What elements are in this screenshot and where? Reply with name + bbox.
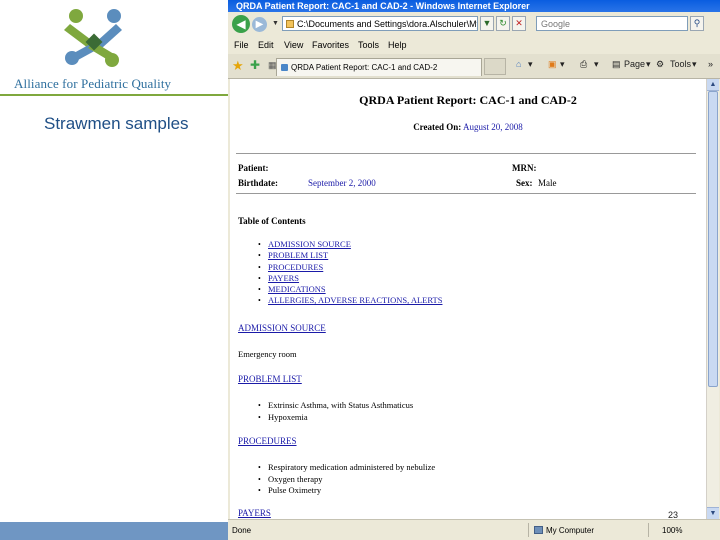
divider — [236, 193, 696, 194]
toc-item[interactable]: ALLERGIES, ADVERSE REACTIONS, ALERTS — [258, 295, 442, 306]
toc-link-payers[interactable]: PAYERS — [268, 273, 299, 283]
toc-item[interactable]: MEDICATIONS — [258, 284, 442, 295]
status-text: Done — [232, 526, 252, 535]
menu-edit[interactable]: Edit — [258, 36, 274, 54]
toc-link-allergies[interactable]: ALLERGIES, ADVERSE REACTIONS, ALERTS — [268, 295, 442, 305]
window-title: QRDA Patient Report: CAC-1 and CAD-2 - W… — [228, 0, 720, 12]
stop-icon[interactable]: ✕ — [512, 16, 526, 31]
menu-bar: File Edit View Favorites Tools Help — [228, 36, 720, 54]
home-icon[interactable]: ⌂ — [516, 59, 521, 69]
toc-link-admission-source[interactable]: ADMISSION SOURCE — [268, 239, 351, 249]
menu-help[interactable]: Help — [388, 36, 407, 54]
footer-band — [0, 522, 228, 540]
forward-button[interactable]: ▶ — [252, 17, 267, 32]
problem-list-heading[interactable]: PROBLEM LIST — [238, 374, 302, 384]
security-zone: My Computer — [546, 526, 595, 535]
page-menu-button[interactable]: Page — [624, 59, 645, 69]
page-dropdown-icon[interactable]: ▾ — [646, 59, 651, 70]
toc-item[interactable]: ADMISSION SOURCE — [258, 239, 442, 250]
feeds-icon[interactable]: ▣ — [548, 59, 557, 70]
toc-heading: Table of Contents — [238, 216, 306, 226]
tools-gear-icon: ⚙ — [656, 59, 665, 69]
search-input[interactable]: Google — [536, 16, 688, 31]
report-title: QRDA Patient Report: CAC-1 and CAD-2 — [359, 93, 577, 107]
toc-item[interactable]: PAYERS — [258, 273, 442, 284]
birthdate-value: September 2, 2000 — [308, 178, 376, 188]
address-bar-row: ◀ ▶ ▼ C:\Documents and Settings\dora.Als… — [228, 12, 720, 36]
document-content: QRDA Patient Report: CAC-1 and CAD-2 Cre… — [230, 79, 706, 519]
slide-subtitle: Strawmen samples — [44, 114, 189, 133]
search-icon[interactable]: ⚲ — [690, 16, 704, 31]
org-name: Alliance for Pediatric Quality — [14, 76, 172, 91]
toc-item[interactable]: PROCEDURES — [258, 262, 442, 273]
list-item: Extrinsic Asthma, with Status Asthmaticu… — [258, 400, 413, 412]
scroll-down-icon[interactable]: ▼ — [707, 507, 719, 519]
procedures-heading[interactable]: PROCEDURES — [238, 436, 297, 446]
created-label: Created On: — [413, 122, 462, 132]
menu-tools[interactable]: Tools — [358, 36, 379, 54]
header-divider — [0, 94, 228, 96]
tab-toolbar: ★ ✚ ▦ QRDA Patient Report: CAC-1 and CAD… — [228, 54, 720, 79]
list-item: Oxygen therapy — [258, 474, 435, 486]
computer-icon — [534, 526, 543, 534]
print-dropdown-icon[interactable]: ▾ — [594, 59, 599, 70]
home-dropdown-icon[interactable]: ▾ — [528, 59, 533, 70]
admission-source-heading[interactable]: ADMISSION SOURCE — [238, 323, 326, 333]
page-icon: ▤ — [612, 59, 621, 69]
payers-heading[interactable]: PAYERS — [238, 508, 271, 518]
vertical-scrollbar[interactable]: ▲ ▼ — [706, 79, 719, 519]
add-favorite-icon[interactable]: ✚ — [250, 58, 260, 72]
menu-favorites[interactable]: Favorites — [312, 36, 349, 54]
back-button[interactable]: ◀ — [232, 15, 250, 33]
birthdate-label: Birthdate: — [238, 178, 278, 188]
created-line: Created On: August 20, 2008 — [230, 122, 706, 132]
logo-mark — [64, 9, 122, 67]
slide-page-number: 23 — [668, 510, 679, 520]
tab-qrda-report[interactable]: QRDA Patient Report: CAC-1 and CAD-2 — [276, 58, 482, 76]
menu-view[interactable]: View — [284, 36, 303, 54]
refresh-icon[interactable]: ↻ — [496, 16, 510, 31]
divider — [648, 523, 649, 537]
patient-label: Patient: — [238, 163, 269, 173]
divider — [236, 153, 696, 154]
toc-link-procedures[interactable]: PROCEDURES — [268, 262, 323, 272]
procedures-list: Respiratory medication administered by n… — [258, 462, 435, 497]
toc-link-problem-list[interactable]: PROBLEM LIST — [268, 250, 328, 260]
zoom-level[interactable]: 100% — [662, 522, 682, 540]
list-item: Pulse Oximetry — [258, 485, 435, 497]
scroll-up-icon[interactable]: ▲ — [707, 79, 719, 91]
problem-list: Extrinsic Asthma, with Status Asthmaticu… — [258, 400, 413, 423]
menu-file[interactable]: File — [234, 36, 249, 54]
tools-dropdown-icon[interactable]: ▾ — [692, 59, 697, 70]
feeds-dropdown-icon[interactable]: ▾ — [560, 59, 565, 70]
apq-logo — [64, 9, 122, 67]
tools-menu-button[interactable]: Tools — [670, 59, 691, 69]
list-item: Respiratory medication administered by n… — [258, 462, 435, 474]
list-item: Hypoxemia — [258, 412, 413, 424]
divider — [528, 523, 529, 537]
created-date: August 20, 2008 — [463, 122, 523, 132]
address-dropdown-icon[interactable]: ▼ — [480, 16, 494, 31]
history-dropdown-icon[interactable]: ▼ — [272, 20, 279, 27]
toc-list: ADMISSION SOURCE PROBLEM LIST PROCEDURES… — [258, 239, 442, 307]
status-bar: Done My Computer 100% — [228, 519, 720, 540]
sex-value: Male — [538, 178, 557, 188]
toc-link-medications[interactable]: MEDICATIONS — [268, 284, 326, 294]
address-field[interactable]: C:\Documents and Settings\dora.Alschuler… — [282, 16, 478, 31]
admission-source-text: Emergency room — [238, 349, 297, 359]
toolbar-overflow-icon[interactable]: » — [708, 59, 713, 69]
sex-label: Sex: — [516, 178, 533, 188]
scroll-thumb[interactable] — [708, 91, 718, 387]
toc-item[interactable]: PROBLEM LIST — [258, 250, 442, 261]
browser-window: QRDA Patient Report: CAC-1 and CAD-2 - W… — [228, 0, 720, 540]
favorites-star-icon[interactable]: ★ — [232, 58, 244, 74]
new-tab-button[interactable] — [484, 58, 506, 75]
print-icon[interactable]: ⎙ — [580, 59, 587, 70]
mrn-label: MRN: — [512, 163, 537, 173]
